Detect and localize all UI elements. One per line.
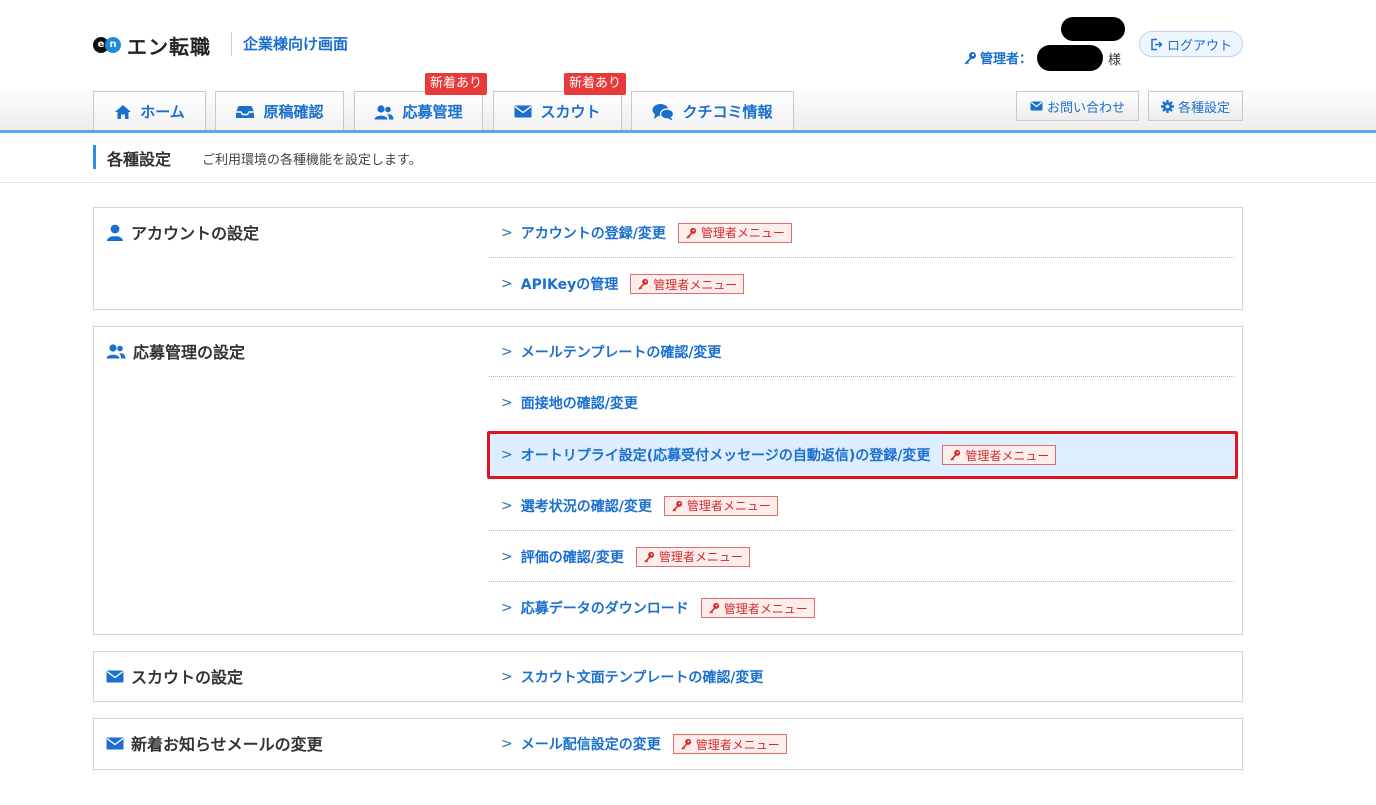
mail-icon (514, 105, 532, 118)
settings-link-auto-reply[interactable]: > オートリプライ設定(応募受付メッセージの自動返信)の登録/変更 管理者メニュ… (487, 431, 1238, 479)
chevron-right-icon: > (501, 497, 513, 514)
section-account: アカウントの設定 > アカウントの登録/変更 管理者メニュー > APIKeyの… (93, 207, 1243, 310)
mail-icon (106, 670, 124, 682)
settings-link-scout-template[interactable]: > スカウト文面テンプレートの確認/変更 (489, 652, 1234, 702)
mail-icon (106, 737, 124, 749)
admin-menu-badge: 管理者メニュー (630, 274, 745, 294)
page-title: 各種設定 (107, 150, 172, 169)
logo-text: エン転職 (127, 34, 211, 59)
admin-suffix: 様 (1108, 53, 1122, 68)
key-icon (950, 449, 961, 461)
tab-scout[interactable]: スカウト (493, 91, 622, 131)
admin-menu-badge: 管理者メニュー (635, 546, 750, 567)
logo[interactable]: e n エン転職 (93, 30, 211, 60)
settings-link-account-register[interactable]: > アカウントの登録/変更 管理者メニュー (489, 208, 1234, 258)
users-icon (374, 104, 394, 119)
redacted-block (1061, 17, 1125, 41)
tab-application[interactable]: 応募管理 (354, 91, 483, 131)
section-title: アカウントの設定 (106, 220, 259, 244)
settings-link-evaluation[interactable]: > 評価の確認/変更 管理者メニュー (489, 532, 1234, 582)
contact-button[interactable]: お問い合わせ (1016, 91, 1139, 121)
admin-menu-badge: 管理者メニュー (677, 222, 792, 243)
new-badge-scout: 新着あり (564, 73, 627, 95)
users-icon (106, 344, 126, 359)
key-icon (644, 551, 655, 563)
site-subtitle: 企業様向け画面 (243, 35, 349, 53)
logout-icon (1151, 38, 1163, 50)
admin-menu-badge: 管理者メニュー (700, 598, 815, 618)
new-badge-application: 新着あり (425, 73, 488, 95)
admin-menu-badge: 管理者メニュー (942, 445, 1057, 465)
chevron-right-icon: > (501, 395, 513, 411)
logout-button[interactable]: ログアウト (1139, 31, 1243, 57)
settings-link-apikey[interactable]: > APIKeyの管理 管理者メニュー (489, 259, 1234, 309)
key-icon (638, 278, 649, 290)
settings-link-interview-location[interactable]: > 面接地の確認/変更 (489, 378, 1234, 428)
key-icon (709, 602, 719, 614)
chevron-right-icon: > (501, 343, 513, 360)
admin-label-text: 管理者： (980, 52, 1033, 67)
page-title-accent (93, 145, 96, 169)
chevron-right-icon: > (501, 736, 513, 752)
settings-link-mail-delivery[interactable]: > メール配信設定の変更 管理者メニュー (489, 719, 1234, 769)
gear-icon (1160, 99, 1174, 113)
chevron-right-icon: > (501, 276, 513, 292)
chevron-right-icon: > (501, 224, 513, 241)
admin-label: 管理者： (963, 48, 1032, 67)
chevron-right-icon: > (501, 600, 513, 616)
user-icon (107, 224, 123, 241)
tab-reviews[interactable]: クチコミ情報 (631, 91, 794, 131)
section-title: 応募管理の設定 (106, 339, 245, 363)
logo-mark: e n (93, 36, 123, 54)
settings-link-data-download[interactable]: > 応募データのダウンロード 管理者メニュー (489, 583, 1234, 633)
section-scout: スカウトの設定 > スカウト文面テンプレートの確認/変更 (93, 651, 1243, 702)
key-icon (681, 738, 691, 750)
mail-icon (1030, 101, 1043, 111)
inbox-icon (236, 105, 255, 118)
redacted-username (1037, 45, 1103, 71)
key-icon (686, 227, 697, 239)
section-title: 新着お知らせメールの変更 (106, 731, 323, 755)
chevron-right-icon: > (501, 447, 513, 463)
settings-button[interactable]: 各種設定 (1148, 91, 1243, 121)
tab-manuscript[interactable]: 原稿確認 (215, 91, 344, 131)
section-title: スカウトの設定 (106, 664, 243, 688)
home-icon (115, 104, 132, 119)
admin-menu-badge: 管理者メニュー (672, 734, 787, 754)
logo-divider (231, 32, 232, 56)
section-application: 応募管理の設定 > メールテンプレートの確認/変更 > 面接地の確認/変更 > … (93, 326, 1243, 635)
settings-link-mail-template[interactable]: > メールテンプレートの確認/変更 (489, 327, 1234, 377)
key-icon (672, 500, 683, 512)
section-notification-mail: 新着お知らせメールの変更 > メール配信設定の変更 管理者メニュー (93, 718, 1243, 770)
tab-home[interactable]: ホーム (93, 91, 206, 131)
chat-icon (652, 103, 675, 120)
page-description: ご利用環境の各種機能を設定します。 (202, 153, 422, 168)
admin-menu-badge: 管理者メニュー (663, 495, 778, 516)
key-icon (964, 51, 976, 64)
settings-link-selection-status[interactable]: > 選考状況の確認/変更 管理者メニュー (489, 481, 1234, 531)
chevron-right-icon: > (501, 669, 513, 685)
chevron-right-icon: > (501, 548, 513, 565)
